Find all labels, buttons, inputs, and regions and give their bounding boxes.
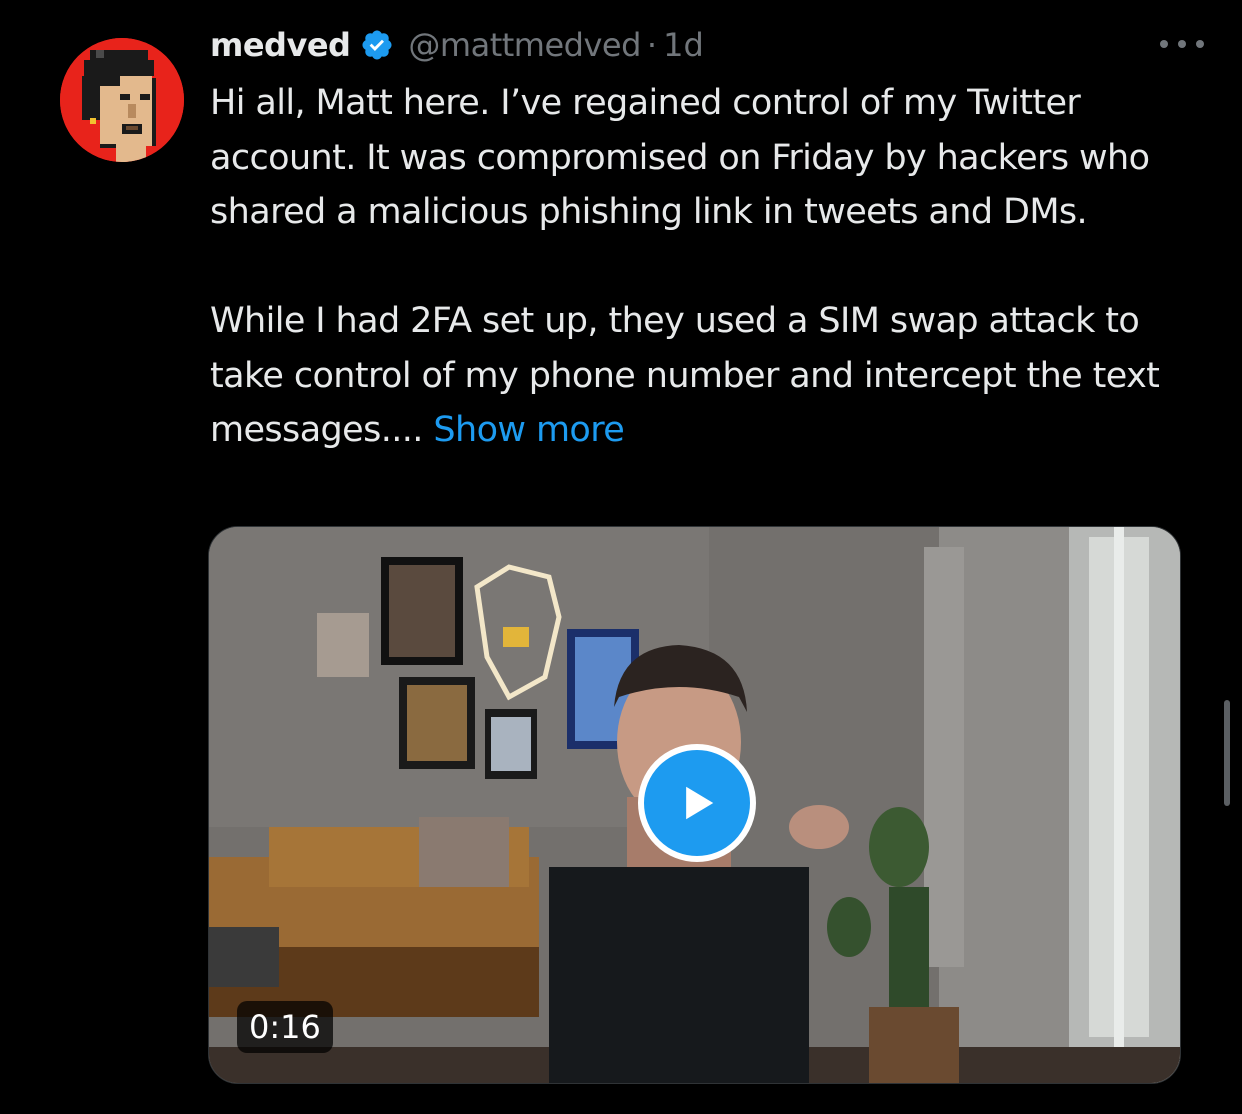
verified-badge-icon (360, 28, 394, 62)
scrollbar-thumb[interactable] (1224, 700, 1230, 806)
tweet-paragraph: While I had 2FA set up, they used a SIM … (210, 301, 1160, 450)
author-display-name[interactable]: medved (210, 26, 351, 64)
show-more-link[interactable]: Show more (433, 410, 624, 450)
header-separator: · (646, 26, 658, 64)
author-handle[interactable]: @mattmedved (408, 26, 641, 64)
video-duration-badge: 0:16 (237, 1001, 333, 1053)
video-player[interactable]: 0:16 (208, 526, 1181, 1084)
tweet-header: medved @mattmedved · 1d (210, 22, 704, 68)
tweet-paragraph: Hi all, Matt here. I’ve regained control… (210, 83, 1150, 232)
more-horizontal-icon[interactable] (1160, 36, 1204, 52)
tweet-timestamp[interactable]: 1d (663, 26, 704, 64)
tweet[interactable]: medved @mattmedved · 1d Hi all, Matt her… (0, 0, 1242, 1114)
play-icon[interactable] (638, 744, 756, 862)
avatar[interactable] (60, 38, 184, 162)
tweet-paragraph-with-more: While I had 2FA set up, they used a SIM … (210, 294, 1200, 458)
avatar-pixel-art (60, 38, 184, 162)
tweet-text: Hi all, Matt here. I’ve regained control… (210, 76, 1200, 458)
